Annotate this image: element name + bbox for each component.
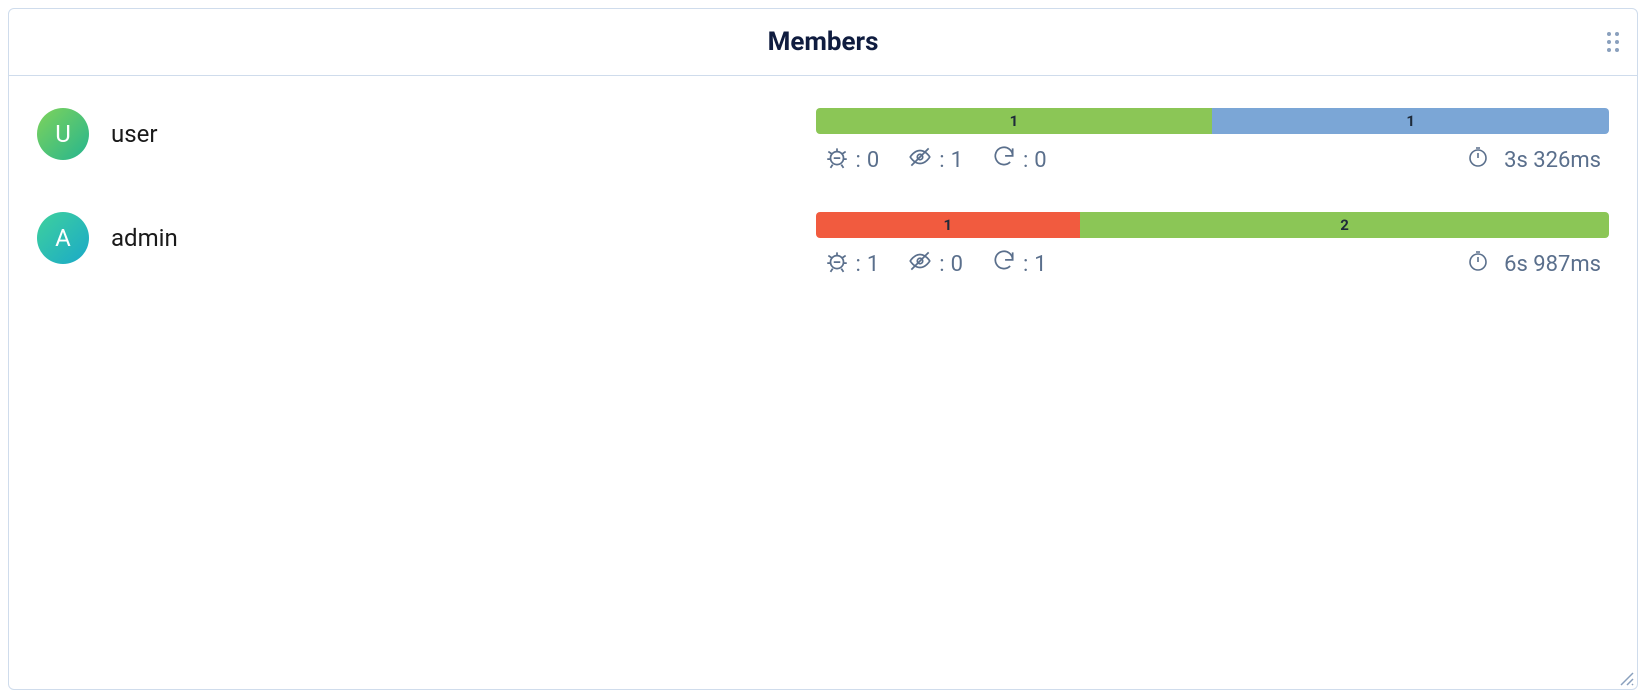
bug-icon <box>824 144 850 176</box>
bar-segment[interactable]: 1 <box>1212 108 1609 134</box>
duration-value: 6s 987ms <box>1504 252 1601 277</box>
stopwatch-icon <box>1466 145 1490 175</box>
members-panel: Members U user 1 1 <box>8 8 1638 690</box>
avatar-letter: A <box>55 224 71 252</box>
duration-value: 3s 326ms <box>1504 148 1601 173</box>
member-name: admin <box>111 224 178 252</box>
avatar: U <box>37 108 89 160</box>
avatar-letter: U <box>55 120 71 148</box>
bar-segment[interactable]: 1 <box>816 108 1213 134</box>
panel-title: Members <box>768 27 879 57</box>
retry-stat: : 1 <box>991 248 1047 280</box>
retry-count: 0 <box>1034 148 1046 173</box>
bug-count: 0 <box>867 148 879 173</box>
eye-off-icon <box>907 144 933 176</box>
member-name: user <box>111 120 157 148</box>
resize-handle-icon[interactable] <box>1619 671 1635 687</box>
skip-stat: : 0 <box>907 248 963 280</box>
skip-count: 0 <box>951 252 963 277</box>
stopwatch-icon <box>1466 249 1490 279</box>
member-left: A admin <box>37 212 792 264</box>
stats-row: : 1 : 0 <box>816 248 1609 280</box>
bug-icon <box>824 248 850 280</box>
retry-stat: : 0 <box>991 144 1047 176</box>
member-row: U user 1 1 <box>37 108 1609 176</box>
bug-stat: : 0 <box>824 144 880 176</box>
duration-stat: 3s 326ms <box>1466 145 1601 175</box>
member-row: A admin 1 2 <box>37 212 1609 280</box>
drag-handle-icon[interactable] <box>1607 32 1619 52</box>
bar-segment[interactable]: 1 <box>816 212 1080 238</box>
panel-header: Members <box>9 9 1637 76</box>
retry-count: 1 <box>1034 252 1046 277</box>
bug-count: 1 <box>867 252 879 277</box>
avatar: A <box>37 212 89 264</box>
member-left: U user <box>37 108 792 160</box>
panel-body: U user 1 1 <box>9 76 1637 689</box>
member-right: 1 2 : 1 <box>816 212 1609 280</box>
bar-segment[interactable]: 2 <box>1080 212 1609 238</box>
bug-stat: : 1 <box>824 248 880 280</box>
retry-icon <box>991 144 1017 176</box>
stats-row: : 0 : 1 <box>816 144 1609 176</box>
skip-stat: : 1 <box>907 144 963 176</box>
retry-icon <box>991 248 1017 280</box>
member-right: 1 1 : 0 <box>816 108 1609 176</box>
status-bar: 1 2 <box>816 212 1609 238</box>
skip-count: 1 <box>951 148 963 173</box>
status-bar: 1 1 <box>816 108 1609 134</box>
duration-stat: 6s 987ms <box>1466 249 1601 279</box>
eye-off-icon <box>907 248 933 280</box>
